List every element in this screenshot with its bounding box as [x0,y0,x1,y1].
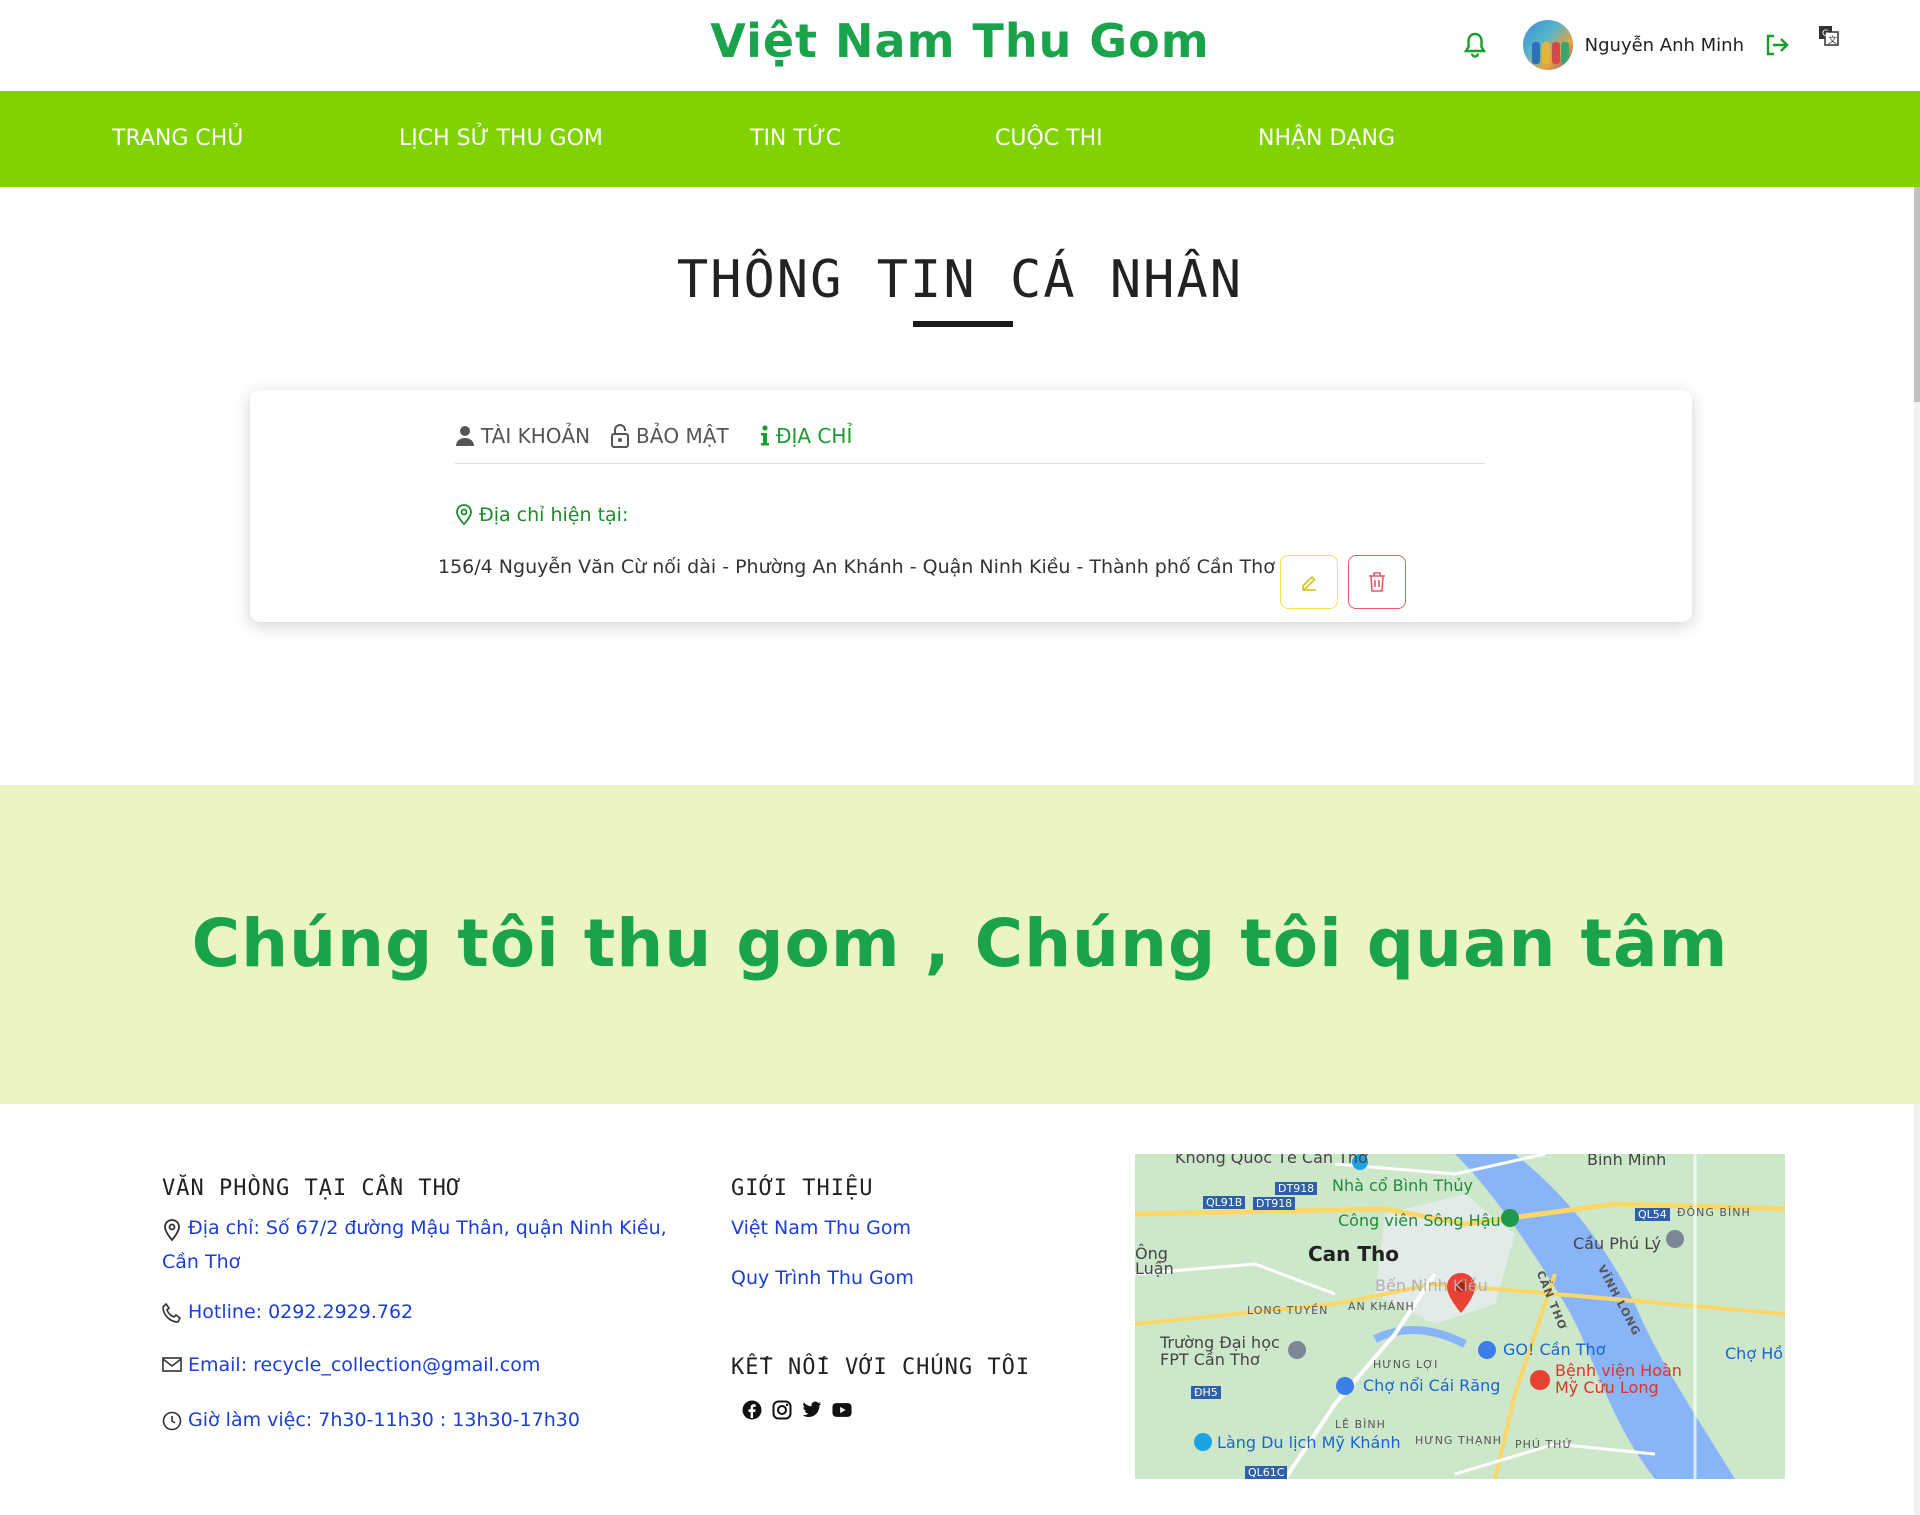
map-label-le-binh: LÊ BÌNH [1335,1418,1386,1431]
map-pin-icon [456,504,472,526]
tab-security-label: BẢO MẬT [636,424,729,448]
clock-icon [162,1411,182,1431]
phone-icon [162,1303,182,1323]
map-label-road-ql61c: QL61C [1245,1466,1288,1479]
map-label-cho-ho: Chợ Hồ [1725,1344,1784,1363]
slogan-banner: Chúng tôi thu gom , Chúng tôi quan tâm [0,785,1920,1104]
map-label-ben-ninh-kieu: Bến Ninh Kiều [1375,1276,1488,1295]
location-map[interactable]: Không Quốc Tế Cần Thơ Nhà cổ Bình Thủy B… [1135,1154,1785,1479]
map-label-long-tuyen: LONG TUYỀN [1247,1304,1329,1317]
edit-address-button[interactable] [1280,555,1338,609]
map-label-hung-thanh: HƯNG THẠNH [1415,1434,1502,1447]
bell-icon[interactable] [1463,31,1487,59]
connect-heading: KẾT NỐI VỚI CHÚNG TÔI [731,1355,1031,1380]
map-label-intl: Không Quốc Tế Cần Thơ [1175,1154,1368,1167]
slogan: Chúng tôi thu gom , Chúng tôi quan tâm [191,905,1729,982]
map-label-lang-du-lich: Làng Du lịch Mỹ Khánh [1217,1433,1401,1452]
avatar[interactable] [1522,20,1573,70]
about-link-process[interactable]: Quy Trình Thu Gom [731,1267,914,1289]
location-icon [162,1219,182,1241]
profile-tabs: TÀI KHOẢN BẢO MẬT ĐỊA CHỈ [455,412,1485,464]
logout-icon[interactable] [1764,33,1790,57]
youtube-icon[interactable] [832,1400,852,1420]
nav-item-history[interactable]: LỊCH SỬ THU GOM [399,91,603,187]
page-title: THÔNG TIN CÁ NHÂN [676,250,1244,310]
office-heading: VĂN PHÒNG TẠI CẦN THƠ [162,1176,462,1201]
office-email[interactable]: Email: recycle_collection@gmail.com [162,1354,540,1376]
map-label-dong-binh: ĐÔNG BÌNH [1677,1206,1751,1219]
tab-security[interactable]: BẢO MẬT [610,424,729,448]
info-icon [761,425,769,446]
office-hours-text: Giờ làm việc: 7h30-11h30 : 13h30-17h30 [188,1409,580,1431]
office-address[interactable]: Địa chỉ: Số 67/2 đường Mậu Thân, quận Ni… [162,1217,667,1241]
trash-icon [1369,572,1385,592]
map-label-binh-minh: Bình Minh [1587,1154,1667,1169]
title-underline [913,321,1013,327]
translate-icon[interactable]: G文 [1818,25,1840,47]
profile-card: TÀI KHOẢN BẢO MẬT ĐỊA CHỈ Địa chỉ hiện t… [250,390,1692,622]
map-label-benh-vien: Bệnh viện Hoàn Mỹ Cửu Long [1555,1361,1682,1397]
map-label-an-khanh: AN KHÁNH [1348,1300,1415,1313]
map-label-road-dh5: ĐH5 [1191,1386,1221,1399]
about-link-vietnam-thu-gom[interactable]: Việt Nam Thu Gom [731,1217,911,1239]
nav-item-contest[interactable]: CUỘC THI [995,91,1103,187]
address-label: Địa chỉ hiện tại: [455,504,628,526]
svg-text:文: 文 [1828,34,1837,46]
map-label-go: GO! Cần Thơ [1503,1340,1606,1359]
office-address-line1: Địa chỉ: Số 67/2 đường Mậu Thân, quận Ni… [188,1217,667,1239]
address-value: 156/4 Nguyễn Văn Cừ nối dài - Phường An … [438,556,1275,578]
tab-address-label: ĐỊA CHỈ [776,424,853,448]
map-label-ong-luan: Ông Luận [1135,1244,1174,1278]
map-label-cho-noi: Chợ nổi Cái Răng [1363,1376,1501,1395]
instagram-icon[interactable] [772,1400,792,1420]
office-hours[interactable]: Giờ làm việc: 7h30-11h30 : 13h30-17h30 [162,1409,580,1431]
twitter-icon[interactable] [802,1400,822,1420]
social-links [742,1400,852,1420]
delete-address-button[interactable] [1348,555,1406,609]
map-label-park: Công viên Sông Hậu [1338,1211,1501,1230]
map-label-hung-loi: HƯNG LỢI [1373,1358,1439,1371]
lock-icon [611,424,629,448]
mail-icon [162,1356,182,1374]
address-label-text: Địa chỉ hiện tại: [479,504,629,526]
nav-item-home[interactable]: TRANG CHỦ [112,91,243,187]
tab-account[interactable]: TÀI KHOẢN [455,424,590,448]
user-area: Nguyễn Anh Minh G文 [1463,18,1840,72]
map-label-road-ql91b: QL91B [1203,1196,1246,1209]
facebook-icon[interactable] [742,1400,762,1420]
office-email-text: Email: recycle_collection@gmail.com [188,1354,541,1376]
user-icon [456,426,474,446]
map-label-city: Can Tho [1308,1242,1399,1266]
map-label-road-dt918b: DT918 [1253,1197,1296,1210]
map-label-cau-phu-ly: Cầu Phú Lý [1573,1234,1662,1253]
tab-account-label: TÀI KHOẢN [481,424,591,448]
main-nav: TRANG CHỦ LỊCH SỬ THU GOM TIN TỨC CUỘC T… [0,91,1920,187]
office-hotline[interactable]: Hotline: 0292.2929.762 [162,1301,413,1323]
username[interactable]: Nguyễn Anh Minh [1585,35,1744,56]
site-header: Việt Nam Thu Gom Nguyễn Anh Minh G文 [0,0,1920,91]
map-label-fpt: Trường Đại học FPT Cần Thơ [1160,1333,1280,1369]
office-address-line2[interactable]: Cần Thơ [162,1251,240,1273]
tab-address[interactable]: ĐỊA CHỈ [760,424,852,448]
nav-item-recognition[interactable]: NHẬN DẠNG [1258,91,1395,187]
map-label-road-dt918a: DT918 [1275,1182,1318,1195]
nav-item-news[interactable]: TIN TỨC [750,91,841,187]
map-label-phu-thu: PHÚ THỨ [1515,1438,1573,1451]
edit-icon [1302,575,1316,591]
map-label-house: Nhà cổ Bình Thủy [1332,1176,1473,1195]
about-heading: GIỚI THIỆU [731,1176,874,1201]
map-label-road-ql54: QL54 [1635,1208,1670,1221]
office-hotline-text: Hotline: 0292.2929.762 [188,1301,414,1323]
